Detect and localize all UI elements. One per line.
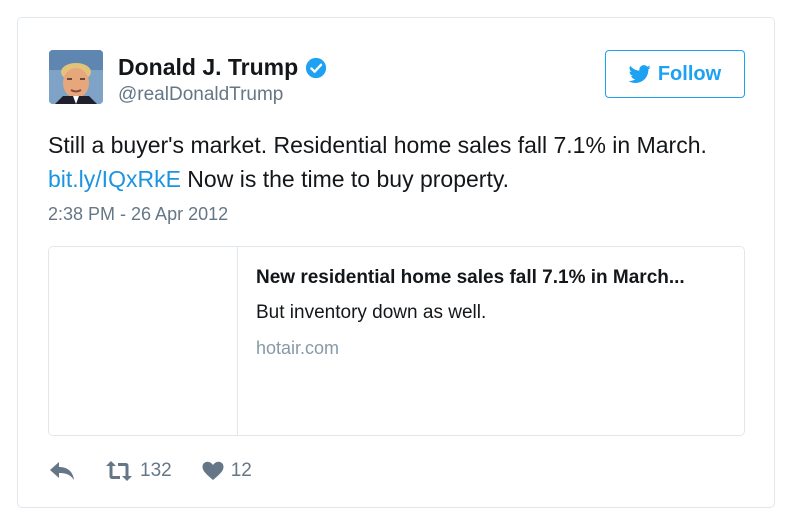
twitter-bird-icon	[628, 65, 651, 83]
verified-badge-icon	[306, 57, 327, 78]
heart-icon	[202, 461, 224, 480]
card-description: But inventory down as well.	[256, 302, 487, 323]
retweet-icon	[106, 461, 132, 481]
reply-button[interactable]	[49, 460, 105, 482]
retweet-count: 132	[140, 460, 172, 481]
follow-button[interactable]: Follow	[605, 50, 745, 98]
tweet-timestamp[interactable]: 2:38 PM - 26 Apr 2012	[48, 204, 228, 225]
user-name[interactable]: Donald J. Trump	[118, 54, 298, 81]
avatar[interactable]	[49, 50, 103, 104]
like-button[interactable]: 12	[202, 460, 252, 482]
tweet-text-before-link: Still a buyer's market. Residential home…	[48, 132, 707, 158]
user-name-row: Donald J. Trump	[118, 54, 327, 81]
tweet-card: Donald J. Trump @realDonaldTrump Follow …	[17, 17, 775, 508]
reply-icon	[50, 462, 74, 480]
tweet-link[interactable]: bit.ly/IQxRkE	[48, 166, 181, 192]
tweet-text: Still a buyer's market. Residential home…	[48, 128, 748, 196]
retweet-button[interactable]: 132	[105, 460, 172, 482]
card-domain: hotair.com	[256, 338, 340, 358]
card-image	[49, 247, 238, 435]
like-count: 12	[230, 460, 252, 481]
card-title: New residential home sales fall 7.1% in …	[256, 267, 685, 288]
tweet-actions: 132 12	[49, 460, 252, 482]
follow-label: Follow	[657, 62, 722, 85]
link-preview-card[interactable]: New residential home sales fall 7.1% in …	[48, 246, 745, 436]
user-handle[interactable]: @realDonaldTrump	[118, 84, 283, 106]
tweet-text-after-link: Now is the time to buy property.	[180, 166, 510, 192]
